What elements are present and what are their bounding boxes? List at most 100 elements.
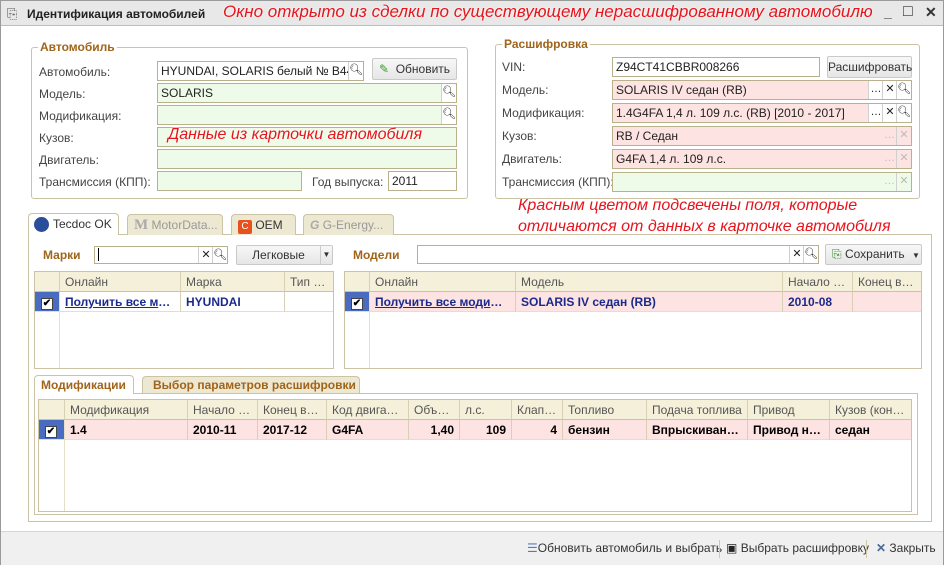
clear-icon[interactable]: ✕ [789,246,804,263]
column-header[interactable]: Марка [181,272,285,292]
decode-trans-field[interactable]: … ✕ [612,172,912,192]
column-header[interactable]: Топливо [563,400,647,420]
column-header[interactable]: Тип ТС [285,272,333,292]
grid-header: Онлайн Марка Тип ТС [35,272,333,292]
year-label: Год выпуска: [312,175,384,189]
table-row[interactable]: ✔ Получить все мо... HYUNDAI [35,292,333,312]
table-row[interactable]: ✔ Получить все модиф... SOLARIS IV седан (… [345,292,921,312]
clear-icon[interactable]: ✕ [896,150,911,168]
engine-field[interactable] [157,149,457,169]
search-icon[interactable]: 🔍︎ [803,246,818,263]
column-header[interactable]: Кузов (конст... [830,400,911,420]
decode-legend: Расшифровка [502,37,590,51]
car-field[interactable]: HYUNDAI, SOLARIS белый № В444М 🔍︎ [157,61,364,81]
minimize-button[interactable]: _ [884,4,892,20]
tab-motordata[interactable]: M MotorData... [127,214,223,235]
clear-icon[interactable]: ✕ [882,104,897,122]
model-value: SOLARIS [161,86,214,100]
window-title: Идентификация автомобилей [27,7,206,21]
column-header[interactable]: Модификация [65,400,188,420]
model-field[interactable]: SOLARIS 🔍︎ [157,83,457,103]
decode-mod-label: Модификация: [502,106,585,120]
tab-tecdoc[interactable]: Tecdoc OK [28,213,119,235]
ellipsis-icon[interactable]: … [882,150,897,168]
grid-cell[interactable]: Получить все мо... [60,292,181,312]
brands-search-input[interactable]: ✕ 🔍︎ [94,246,228,264]
ellipsis-icon[interactable]: … [868,81,883,99]
close-button[interactable]: ✕ Закрыть [876,541,936,555]
column-header[interactable]: Онлайн [370,272,516,292]
ellipsis-icon[interactable]: … [882,127,897,145]
column-header[interactable]: Конец вып. [853,272,921,292]
models-search-input[interactable]: ✕ 🔍︎ [417,245,819,264]
decode-engine-field[interactable]: G4FA 1,4 л. 109 л.с.… ✕ [612,149,912,169]
column-header[interactable] [345,272,370,292]
clear-icon[interactable]: ✕ [198,247,213,263]
column-header[interactable] [35,272,60,292]
row-selector-column [39,420,65,511]
update-and-select-button[interactable]: ☰Обновить автомобиль и выбрать [527,541,722,555]
update-list-icon: ☰ [527,541,538,555]
modification-field[interactable]: 🔍︎ [157,105,457,125]
vin-field[interactable]: Z94CT41CBBR008266 [612,57,820,77]
column-header[interactable] [39,400,65,420]
column-header[interactable]: Привод [748,400,830,420]
dropdown-arrow-icon[interactable]: ▼ [912,251,920,260]
table-row[interactable]: ✔ 1.4 2010-11 2017-12 G4FA 1,40 109 4 бензин Впры… [39,420,911,440]
column-header[interactable]: л.с. [460,400,512,420]
tab-g-energy[interactable]: G G-Energy... [303,214,394,235]
clear-icon[interactable]: ✕ [896,173,911,191]
select-decode-button[interactable]: ▣ Выбрать расшифровку [726,541,869,555]
column-header[interactable]: Подача топлива [647,400,748,420]
search-icon[interactable]: 🔍︎ [441,106,456,124]
grid-cell [853,292,921,312]
modifications-grid: Модификация Начало вы... Конец вып. Код дви… [38,399,912,512]
search-icon[interactable]: 🔍︎ [212,247,227,263]
column-header[interactable]: Код двигателя [327,400,409,420]
close-window-button[interactable]: ✕ [925,4,937,21]
ellipsis-icon[interactable]: … [868,104,883,122]
floppy-icon: ▣ [726,541,738,555]
maximize-button[interactable]: □ [903,3,913,21]
search-icon[interactable]: 🔍︎ [896,104,911,122]
decode-engine-label: Двигатель: [502,152,562,166]
column-header[interactable]: Объем... [409,400,460,420]
decode-mod-field[interactable]: 1.4G4FA 1,4 л. 109 л.с. (RB) [2010 - 201… [612,103,912,123]
card-annotation: Данные из карточки автомобиля [168,126,422,143]
tab-modifications[interactable]: Модификации [34,375,134,394]
grid-cell: 2017-12 [258,420,327,440]
dropdown-arrow-icon[interactable]: ▼ [320,246,332,264]
decode-model-field[interactable]: SOLARIS IV седан (RB)… ✕ 🔍︎ [612,80,912,100]
decode-button[interactable]: Расшифровать [827,56,912,78]
grid-header: Модификация Начало вы... Конец вып. Код дви… [39,400,911,420]
vehicle-type-select[interactable]: Легковые ▼ [236,245,333,265]
column-header[interactable]: Клапан... [512,400,563,420]
decode-body-field[interactable]: RB / Седан… ✕ [612,126,912,146]
column-header[interactable]: Начало вы... [783,272,853,292]
grid-cell: 2010-08 [783,292,853,312]
column-header[interactable]: Модель [516,272,783,292]
clear-icon[interactable]: ✕ [882,81,897,99]
search-icon[interactable]: 🔍︎ [441,84,456,102]
update-button[interactable]: ✎ Обновить [372,58,457,80]
transmission-field[interactable] [157,171,302,191]
grid-cell: седан [830,420,911,440]
clear-icon[interactable]: ✕ [896,127,911,145]
tab-oem[interactable]: C OEM [231,214,296,235]
search-icon[interactable]: 🔍︎ [896,81,911,99]
column-header[interactable]: Начало вы... [188,400,258,420]
column-header[interactable]: Онлайн [60,272,181,292]
column-header[interactable]: Конец вып. [258,400,327,420]
window: ⎘ Идентификация автомобилей Окно открыто… [0,0,944,565]
modification-label: Модификация: [39,109,122,123]
year-field[interactable]: 2011 [388,171,457,191]
grid-cell[interactable]: Получить все модиф... [370,292,516,312]
tab-decode-params[interactable]: Выбор параметров расшифровки [142,376,360,393]
brands-label: Марки [43,248,81,262]
separator [866,540,867,558]
motordata-icon: M [134,217,149,233]
ellipsis-icon[interactable]: … [882,173,897,191]
save-button[interactable]: ⎘ Сохранить ▼ [825,244,922,265]
grid-cell [285,292,333,312]
search-icon[interactable]: 🔍︎ [348,62,363,80]
